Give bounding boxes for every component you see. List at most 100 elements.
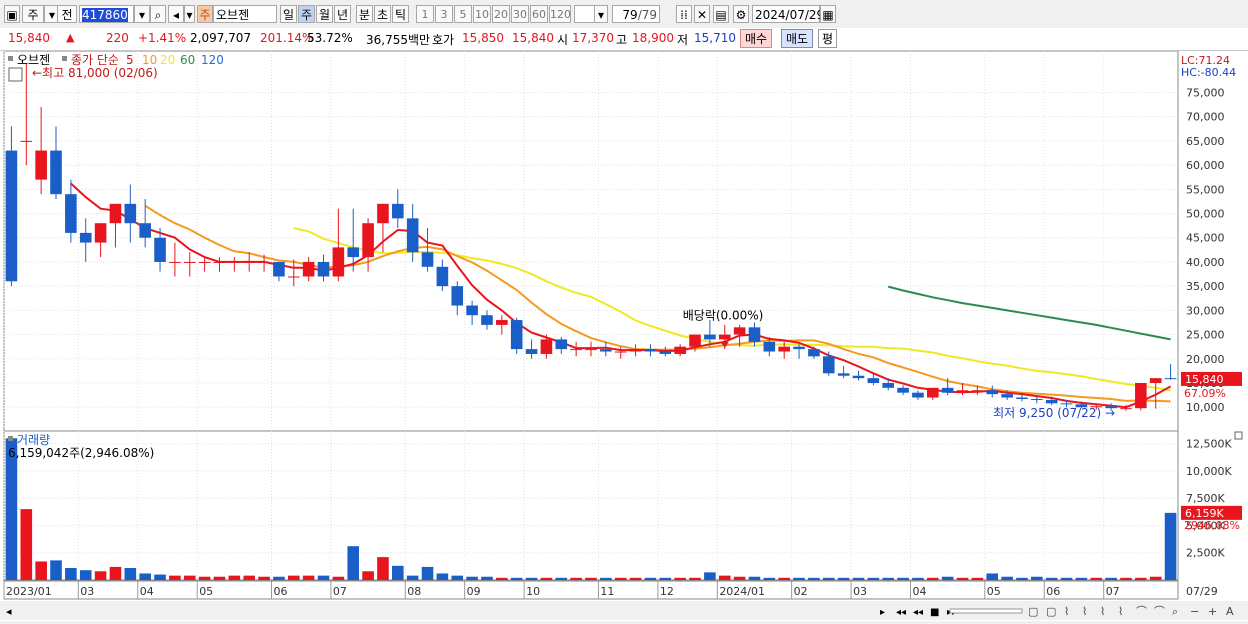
prefix-button[interactable]: 전: [57, 5, 77, 23]
calendar-icon[interactable]: ▦: [820, 5, 836, 23]
interval-10[interactable]: 10: [473, 5, 491, 23]
candle-body: [1164, 378, 1177, 380]
period-minute[interactable]: 분: [356, 5, 373, 23]
price-tick-label: 45,000: [1186, 232, 1225, 245]
candle-body: [466, 305, 478, 316]
price-tick-label: 60,000: [1186, 159, 1225, 172]
bar-count-value: 79: [622, 8, 638, 22]
dots-icon[interactable]: ⁞⁞: [676, 5, 692, 23]
candle-body: [481, 315, 493, 325]
volume-panel-frame: [3, 430, 1179, 581]
interval-5[interactable]: 5: [454, 5, 472, 23]
interval-60[interactable]: 60: [530, 5, 548, 23]
period-month[interactable]: 월: [316, 5, 333, 23]
scroll-left-icon: ◂: [6, 605, 12, 618]
volume-bar: [50, 560, 62, 580]
candle-body: [540, 339, 553, 354]
price-tick-label: 25,000: [1186, 329, 1225, 342]
chart-svg[interactable]: 10,00015,00020,00025,00030,00035,00040,0…: [0, 50, 1248, 621]
volume-bar: [867, 577, 880, 580]
period-tick[interactable]: 틱: [392, 5, 409, 23]
eval-button[interactable]: 평: [818, 29, 838, 48]
candle-body: [822, 356, 835, 374]
gear-icon[interactable]: ⚙: [733, 5, 749, 23]
candle-body: [362, 223, 374, 258]
drawing-tool-icon: ⌒: [1154, 605, 1165, 618]
window-menu-icon[interactable]: ▣: [4, 5, 20, 23]
volume-bar: [198, 576, 211, 580]
sell-button[interactable]: 매도: [781, 29, 814, 48]
hc-label: HC:-80.44: [1181, 66, 1236, 79]
volume-bar: [897, 577, 909, 580]
dividend-annotation: 배당락(0.00%): [683, 309, 764, 323]
candle-body: [332, 247, 345, 277]
volume-bar: [629, 577, 642, 580]
volume-bar: [94, 571, 107, 580]
market-select[interactable]: 주: [22, 5, 44, 23]
candle-body: [109, 203, 122, 224]
volume-title: 거래량: [17, 433, 50, 447]
ma5-line: [70, 182, 1172, 409]
bar-count-input[interactable]: 79/79: [612, 5, 660, 23]
buy-button[interactable]: 매수: [740, 29, 773, 48]
interval-120[interactable]: 120: [549, 5, 571, 23]
interval-30[interactable]: 30: [511, 5, 529, 23]
volume-ratio: 201.14%: [260, 31, 314, 45]
price-tick-label: 50,000: [1186, 208, 1225, 221]
volume-bar: [659, 577, 672, 580]
volume-bar: [20, 509, 33, 580]
price-tick-label: 65,000: [1186, 135, 1225, 148]
x-tick-label: 2023/01: [6, 585, 52, 598]
volume-bar: [733, 576, 746, 580]
volume-bar: [436, 573, 449, 580]
volume-bar: [302, 575, 315, 580]
stock-code-input[interactable]: 417860: [79, 5, 134, 23]
volume-bar: [852, 577, 865, 580]
candle-body: [154, 237, 166, 262]
volume-bar: [570, 577, 582, 580]
volume-bar: [213, 576, 226, 580]
volume-bar: [837, 577, 850, 580]
crosshair-icon[interactable]: ✕: [694, 5, 710, 23]
up-arrow-icon: ▲: [66, 31, 75, 44]
save-icon[interactable]: ▤: [713, 5, 729, 23]
interval-20[interactable]: 20: [492, 5, 510, 23]
period-year[interactable]: 년: [334, 5, 351, 23]
candle-body: [704, 334, 716, 340]
candle-body: [748, 327, 761, 342]
period-second[interactable]: 초: [374, 5, 391, 23]
legend-ma-period: 120: [201, 53, 224, 67]
playback-control-icon: ▸: [880, 607, 885, 618]
period-week[interactable]: 주: [298, 5, 315, 23]
candle-body: [20, 140, 33, 142]
volume-bar: [183, 575, 196, 580]
volume-bar: [822, 577, 835, 580]
x-tick-label: 05: [199, 585, 213, 598]
period-day[interactable]: 일: [280, 5, 297, 23]
chart-title: 오브젠: [17, 53, 50, 67]
volume-bar: [525, 577, 538, 580]
interval-3[interactable]: 3: [435, 5, 453, 23]
speaker-dropdown-icon[interactable]: ▾: [184, 5, 195, 23]
candle-body: [302, 261, 315, 277]
search-icon[interactable]: ⌕: [150, 5, 166, 23]
code-dropdown-icon[interactable]: ▾: [134, 5, 150, 23]
volume-bar: [585, 577, 597, 580]
speaker-icon[interactable]: ◂: [168, 5, 184, 23]
date-input[interactable]: 2024/07/29: [752, 5, 824, 23]
last-price: 15,840: [8, 31, 50, 45]
market-value: 주: [27, 8, 39, 22]
candle-body: [451, 286, 464, 306]
candle-body: [629, 349, 642, 352]
volume: 2,097,707: [190, 31, 252, 45]
drawing-tool-icon: −: [1190, 605, 1199, 618]
drawing-tool-icon: A: [1226, 605, 1234, 618]
stock-name-field[interactable]: 오브젠: [213, 5, 277, 23]
last-price-tag-label: 15,840: [1185, 373, 1224, 386]
interval-dropdown-icon[interactable]: ▾: [594, 5, 608, 23]
x-tick-label: 04: [140, 585, 154, 598]
interval-1[interactable]: 1: [416, 5, 434, 23]
x-tick-label: 05: [987, 585, 1001, 598]
x-tick-label: 2024/01: [719, 585, 765, 598]
price-change: 220: [106, 31, 129, 45]
